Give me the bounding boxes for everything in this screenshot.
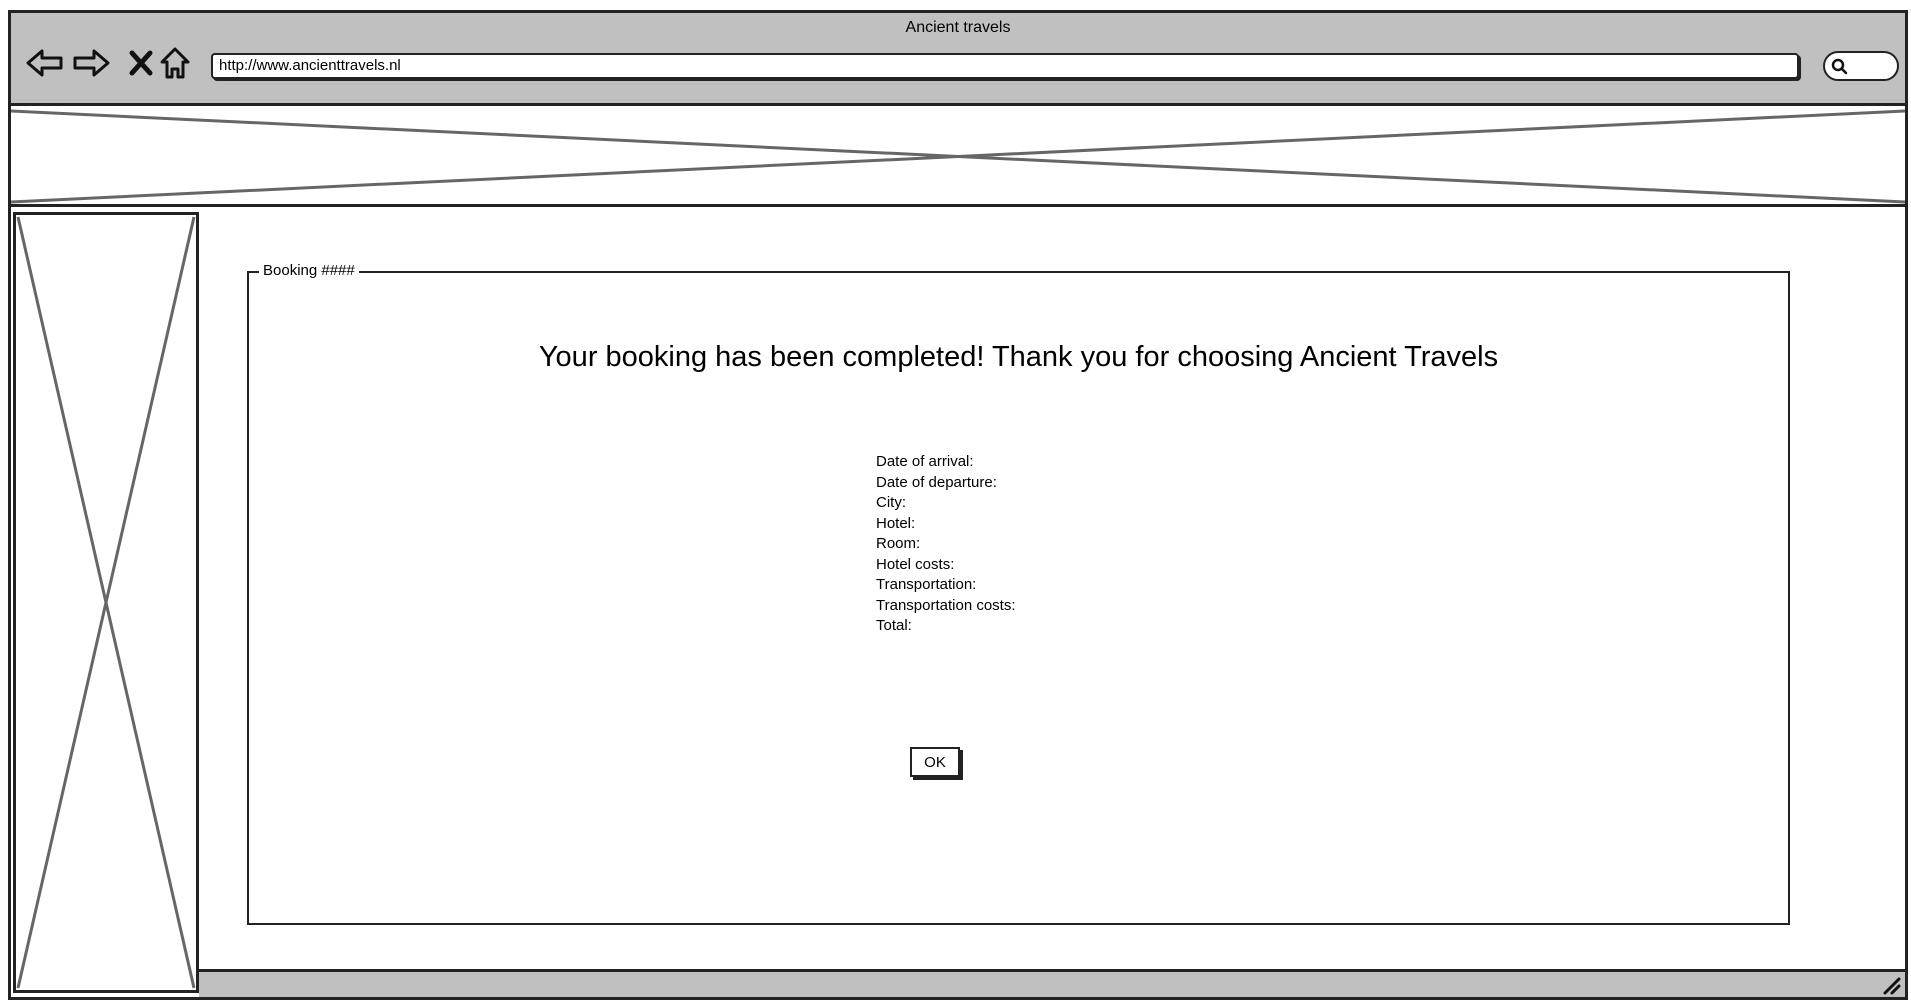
window-title: Ancient travels [905,19,1011,36]
browser-chrome: Ancient travels http://www.ancienttravel… [11,13,1905,106]
detail-city: City: [876,494,906,511]
ok-button[interactable]: OK [910,747,960,777]
header-image-placeholder [11,109,1905,207]
home-icon [159,46,191,80]
confirmation-headline: Your booking has been completed! Thank y… [538,341,1499,373]
detail-room: Room: [876,535,921,552]
close-x-icon [129,50,153,76]
home-button[interactable] [155,43,195,83]
sidebar-image-placeholder [13,212,199,993]
booking-panel: Booking #### Your booking has been compl… [247,262,1790,925]
detail-transportation: Transportation: [876,576,977,593]
back-button[interactable] [25,43,65,83]
booking-legend: Booking #### [259,262,359,279]
address-bar[interactable]: http://www.ancienttravels.nl [211,53,1799,79]
detail-hotel-costs: Hotel costs: [876,555,955,573]
forward-button[interactable] [71,43,111,83]
arrow-left-icon [26,48,64,78]
browser-window: Ancient travels http://www.ancienttravel… [8,10,1908,1000]
booking-details: Date of arrival: Date of departure: City… [876,452,1016,637]
resize-grip-icon[interactable] [1881,975,1901,995]
arrow-right-icon [72,48,110,78]
detail-hotel: Hotel: [876,514,916,532]
detail-total: Total: [876,617,912,634]
detail-departure: Date of departure: [876,473,997,491]
search-button[interactable] [1823,51,1899,81]
detail-arrival: Date of arrival: [876,453,974,470]
detail-transportation-costs: Transportation costs: [876,596,1016,614]
status-bar [199,969,1905,997]
